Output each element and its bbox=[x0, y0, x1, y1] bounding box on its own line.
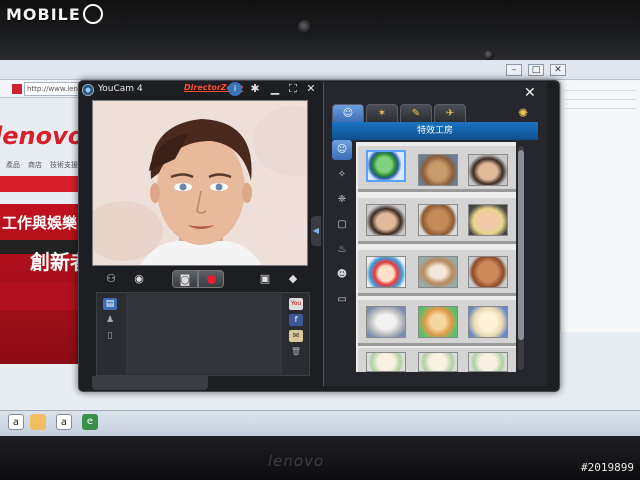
close-icon[interactable]: ✕ bbox=[524, 85, 536, 101]
bezel-screw-icon bbox=[484, 50, 494, 60]
site-nav-item[interactable]: 商店 bbox=[28, 160, 42, 176]
folder-icon[interactable] bbox=[30, 414, 46, 430]
info-badge-icon[interactable]: i bbox=[228, 82, 242, 96]
sheep-avatar[interactable] bbox=[468, 306, 508, 338]
gear-icon[interactable]: ✱ bbox=[248, 82, 262, 96]
site-nav-item[interactable]: 產品 bbox=[6, 160, 20, 176]
cartoon-man-avatar[interactable] bbox=[366, 204, 406, 236]
small-avatar-2[interactable] bbox=[418, 352, 458, 372]
mobile01-logo-icon bbox=[82, 4, 103, 24]
file-icon[interactable]: ▯ bbox=[103, 330, 117, 342]
divider bbox=[565, 108, 636, 109]
media-tabs: ▤ ♟ ▯ bbox=[98, 294, 124, 374]
close-icon[interactable]: ✕ bbox=[304, 82, 318, 96]
site-logo[interactable]: lenovo bbox=[0, 122, 84, 150]
man-portrait-avatar[interactable] bbox=[468, 154, 508, 186]
brush-tab[interactable]: ✎ bbox=[400, 104, 432, 122]
close-icon[interactable]: ✕ bbox=[550, 64, 566, 76]
youtube-icon[interactable]: You bbox=[289, 298, 303, 310]
camera-preview[interactable] bbox=[92, 100, 308, 266]
picture-icon[interactable]: ▣ bbox=[254, 270, 276, 288]
window-controls: – □ ✕ bbox=[506, 64, 566, 76]
email-icon[interactable]: ✉ bbox=[289, 330, 303, 342]
banner-lower-strip bbox=[0, 282, 88, 310]
record-icon[interactable] bbox=[198, 270, 224, 288]
address-input[interactable]: http://www.lenovo bbox=[24, 82, 84, 96]
site-nav: 產品 商店 技術支援 bbox=[0, 160, 80, 176]
browser-title-bar: – □ ✕ bbox=[0, 60, 640, 80]
youcam-logo-icon bbox=[82, 84, 94, 96]
window-bottom-tab bbox=[92, 376, 208, 390]
small-avatar-3[interactable] bbox=[468, 352, 508, 372]
frame-category[interactable]: ▢ bbox=[332, 215, 352, 235]
media-library-icon[interactable]: ▤ bbox=[103, 298, 117, 310]
statue-avatar[interactable] bbox=[366, 306, 406, 338]
border-category[interactable]: ▭ bbox=[332, 290, 352, 310]
fur-creature-avatar[interactable] bbox=[418, 154, 458, 186]
person-icon[interactable]: ♟ bbox=[103, 314, 117, 326]
fullscreen-icon[interactable]: ⛶ bbox=[286, 82, 300, 96]
globe-download-avatar[interactable] bbox=[366, 150, 406, 182]
magic-wand-category[interactable]: ✧ bbox=[332, 165, 352, 185]
avatar-category[interactable]: ☺ bbox=[332, 140, 352, 160]
facebook-icon[interactable]: f bbox=[289, 314, 303, 326]
gift-icon[interactable]: ✺ bbox=[518, 106, 528, 120]
trash-icon[interactable]: 🗑 bbox=[289, 346, 303, 358]
avatar-tab[interactable]: ☺ bbox=[332, 104, 364, 122]
avatar-scrollbar-thumb[interactable] bbox=[518, 150, 524, 340]
site-favicon-icon bbox=[12, 84, 22, 94]
effects-categories: ☺ ✧ ❈ ▢ ♨ ☻ ▭ bbox=[332, 140, 354, 376]
dog-avatar[interactable] bbox=[418, 256, 458, 288]
media-thumbnail-grid[interactable] bbox=[126, 294, 282, 374]
face-tracking-icon[interactable]: ⚇ bbox=[100, 270, 122, 288]
eraser-icon[interactable]: ◆ bbox=[282, 270, 304, 288]
small-avatar-1[interactable] bbox=[366, 352, 406, 372]
blond-man-avatar[interactable] bbox=[468, 204, 508, 236]
photo-watermark: MOBILE bbox=[6, 4, 103, 24]
divider bbox=[565, 99, 636, 100]
banner-headline: 工作與娛樂 bbox=[2, 214, 78, 232]
particle-category[interactable]: ❈ bbox=[332, 190, 352, 210]
minimize-icon[interactable]: ▁ bbox=[268, 82, 282, 96]
site-red-bar bbox=[0, 176, 80, 192]
window-title: YouCam 4 bbox=[98, 84, 143, 94]
gadget-tab[interactable]: ✈ bbox=[434, 104, 466, 122]
sparkle-tab[interactable]: ✶ bbox=[366, 104, 398, 122]
panel-collapse-handle[interactable]: ◀ bbox=[311, 216, 321, 246]
effects-header: 特效工房 bbox=[332, 122, 538, 140]
webcam-lens-icon bbox=[298, 20, 312, 34]
site-nav-item[interactable]: 技術支援 bbox=[50, 160, 78, 176]
effects-tabs: ☺ ✶ ✎ ✈ bbox=[332, 104, 468, 122]
avatar-face-image bbox=[93, 101, 307, 265]
teddy-bear-avatar[interactable] bbox=[418, 204, 458, 236]
maximize-icon[interactable]: □ bbox=[528, 64, 544, 76]
share-column: You f ✉ 🗑 bbox=[286, 294, 306, 374]
browser-right-panel bbox=[560, 82, 640, 332]
eye-icon[interactable]: ◉ bbox=[128, 270, 150, 288]
divider bbox=[565, 90, 636, 91]
minimize-icon[interactable]: – bbox=[506, 64, 522, 76]
lion-avatar[interactable] bbox=[418, 306, 458, 338]
scene-category[interactable]: ♨ bbox=[332, 240, 352, 260]
search-box[interactable]: a bbox=[8, 414, 24, 430]
emotion-category[interactable]: ☻ bbox=[332, 265, 352, 285]
clown-avatar[interactable] bbox=[366, 256, 406, 288]
calendar-icon[interactable]: a bbox=[56, 414, 72, 430]
browser-icon[interactable]: e bbox=[82, 414, 98, 430]
camera-icon[interactable]: ◙ bbox=[172, 270, 198, 288]
poodle-avatar[interactable] bbox=[468, 256, 508, 288]
monitor-brand-label: lenovo bbox=[268, 452, 325, 470]
photo-id-label: #2019899 bbox=[581, 461, 634, 474]
